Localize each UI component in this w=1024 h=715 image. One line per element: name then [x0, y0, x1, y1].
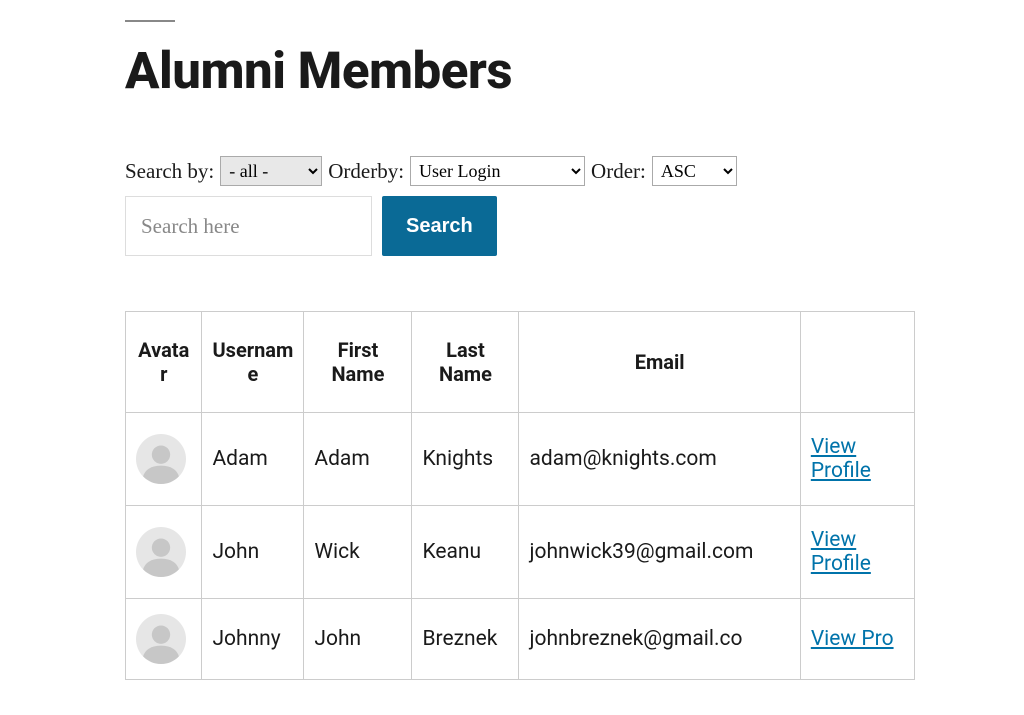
cell-email: johnbreznek@gmail.co	[519, 599, 800, 680]
avatar	[136, 527, 186, 577]
cell-email: johnwick39@gmail.com	[519, 506, 800, 599]
header-first-name: First Name	[304, 312, 412, 413]
avatar	[136, 434, 186, 484]
orderby-select[interactable]: User Login	[410, 156, 585, 186]
avatar	[136, 614, 186, 664]
table-header-row: Avatar Username First Name Last Name Ema…	[126, 312, 915, 413]
decorative-line	[125, 20, 175, 22]
filter-bar: Search by: - all - Orderby: User Login O…	[125, 156, 1024, 186]
search-by-select[interactable]: - all -	[220, 156, 322, 186]
search-button[interactable]: Search	[382, 196, 497, 256]
cell-last-name: Keanu	[412, 506, 519, 599]
person-icon	[139, 620, 183, 664]
cell-first-name: Wick	[304, 506, 412, 599]
page-title: Alumni Members	[125, 42, 1024, 101]
view-profile-link[interactable]: View Profile	[811, 528, 871, 576]
search-by-label: Search by:	[125, 159, 214, 184]
cell-username: John	[202, 506, 304, 599]
table-row: John Wick Keanu johnwick39@gmail.com Vie…	[126, 506, 915, 599]
header-action	[800, 312, 914, 413]
members-table: Avatar Username First Name Last Name Ema…	[125, 311, 915, 680]
search-row: Search	[125, 196, 1024, 256]
cell-email: adam@knights.com	[519, 413, 800, 506]
cell-last-name: Knights	[412, 413, 519, 506]
person-icon	[139, 440, 183, 484]
header-avatar: Avatar	[126, 312, 202, 413]
person-icon	[139, 533, 183, 577]
cell-first-name: Adam	[304, 413, 412, 506]
order-select[interactable]: ASC	[652, 156, 737, 186]
header-last-name: Last Name	[412, 312, 519, 413]
header-username: Username	[202, 312, 304, 413]
order-label: Order:	[591, 159, 646, 184]
cell-username: Johnny	[202, 599, 304, 680]
table-row: Johnny John Breznek johnbreznek@gmail.co…	[126, 599, 915, 680]
header-email: Email	[519, 312, 800, 413]
table-row: Adam Adam Knights adam@knights.com View …	[126, 413, 915, 506]
view-profile-link[interactable]: View Pro	[811, 627, 894, 651]
cell-first-name: John	[304, 599, 412, 680]
cell-last-name: Breznek	[412, 599, 519, 680]
view-profile-link[interactable]: View Profile	[811, 435, 871, 483]
cell-username: Adam	[202, 413, 304, 506]
search-input[interactable]	[125, 196, 372, 256]
orderby-label: Orderby:	[328, 159, 404, 184]
